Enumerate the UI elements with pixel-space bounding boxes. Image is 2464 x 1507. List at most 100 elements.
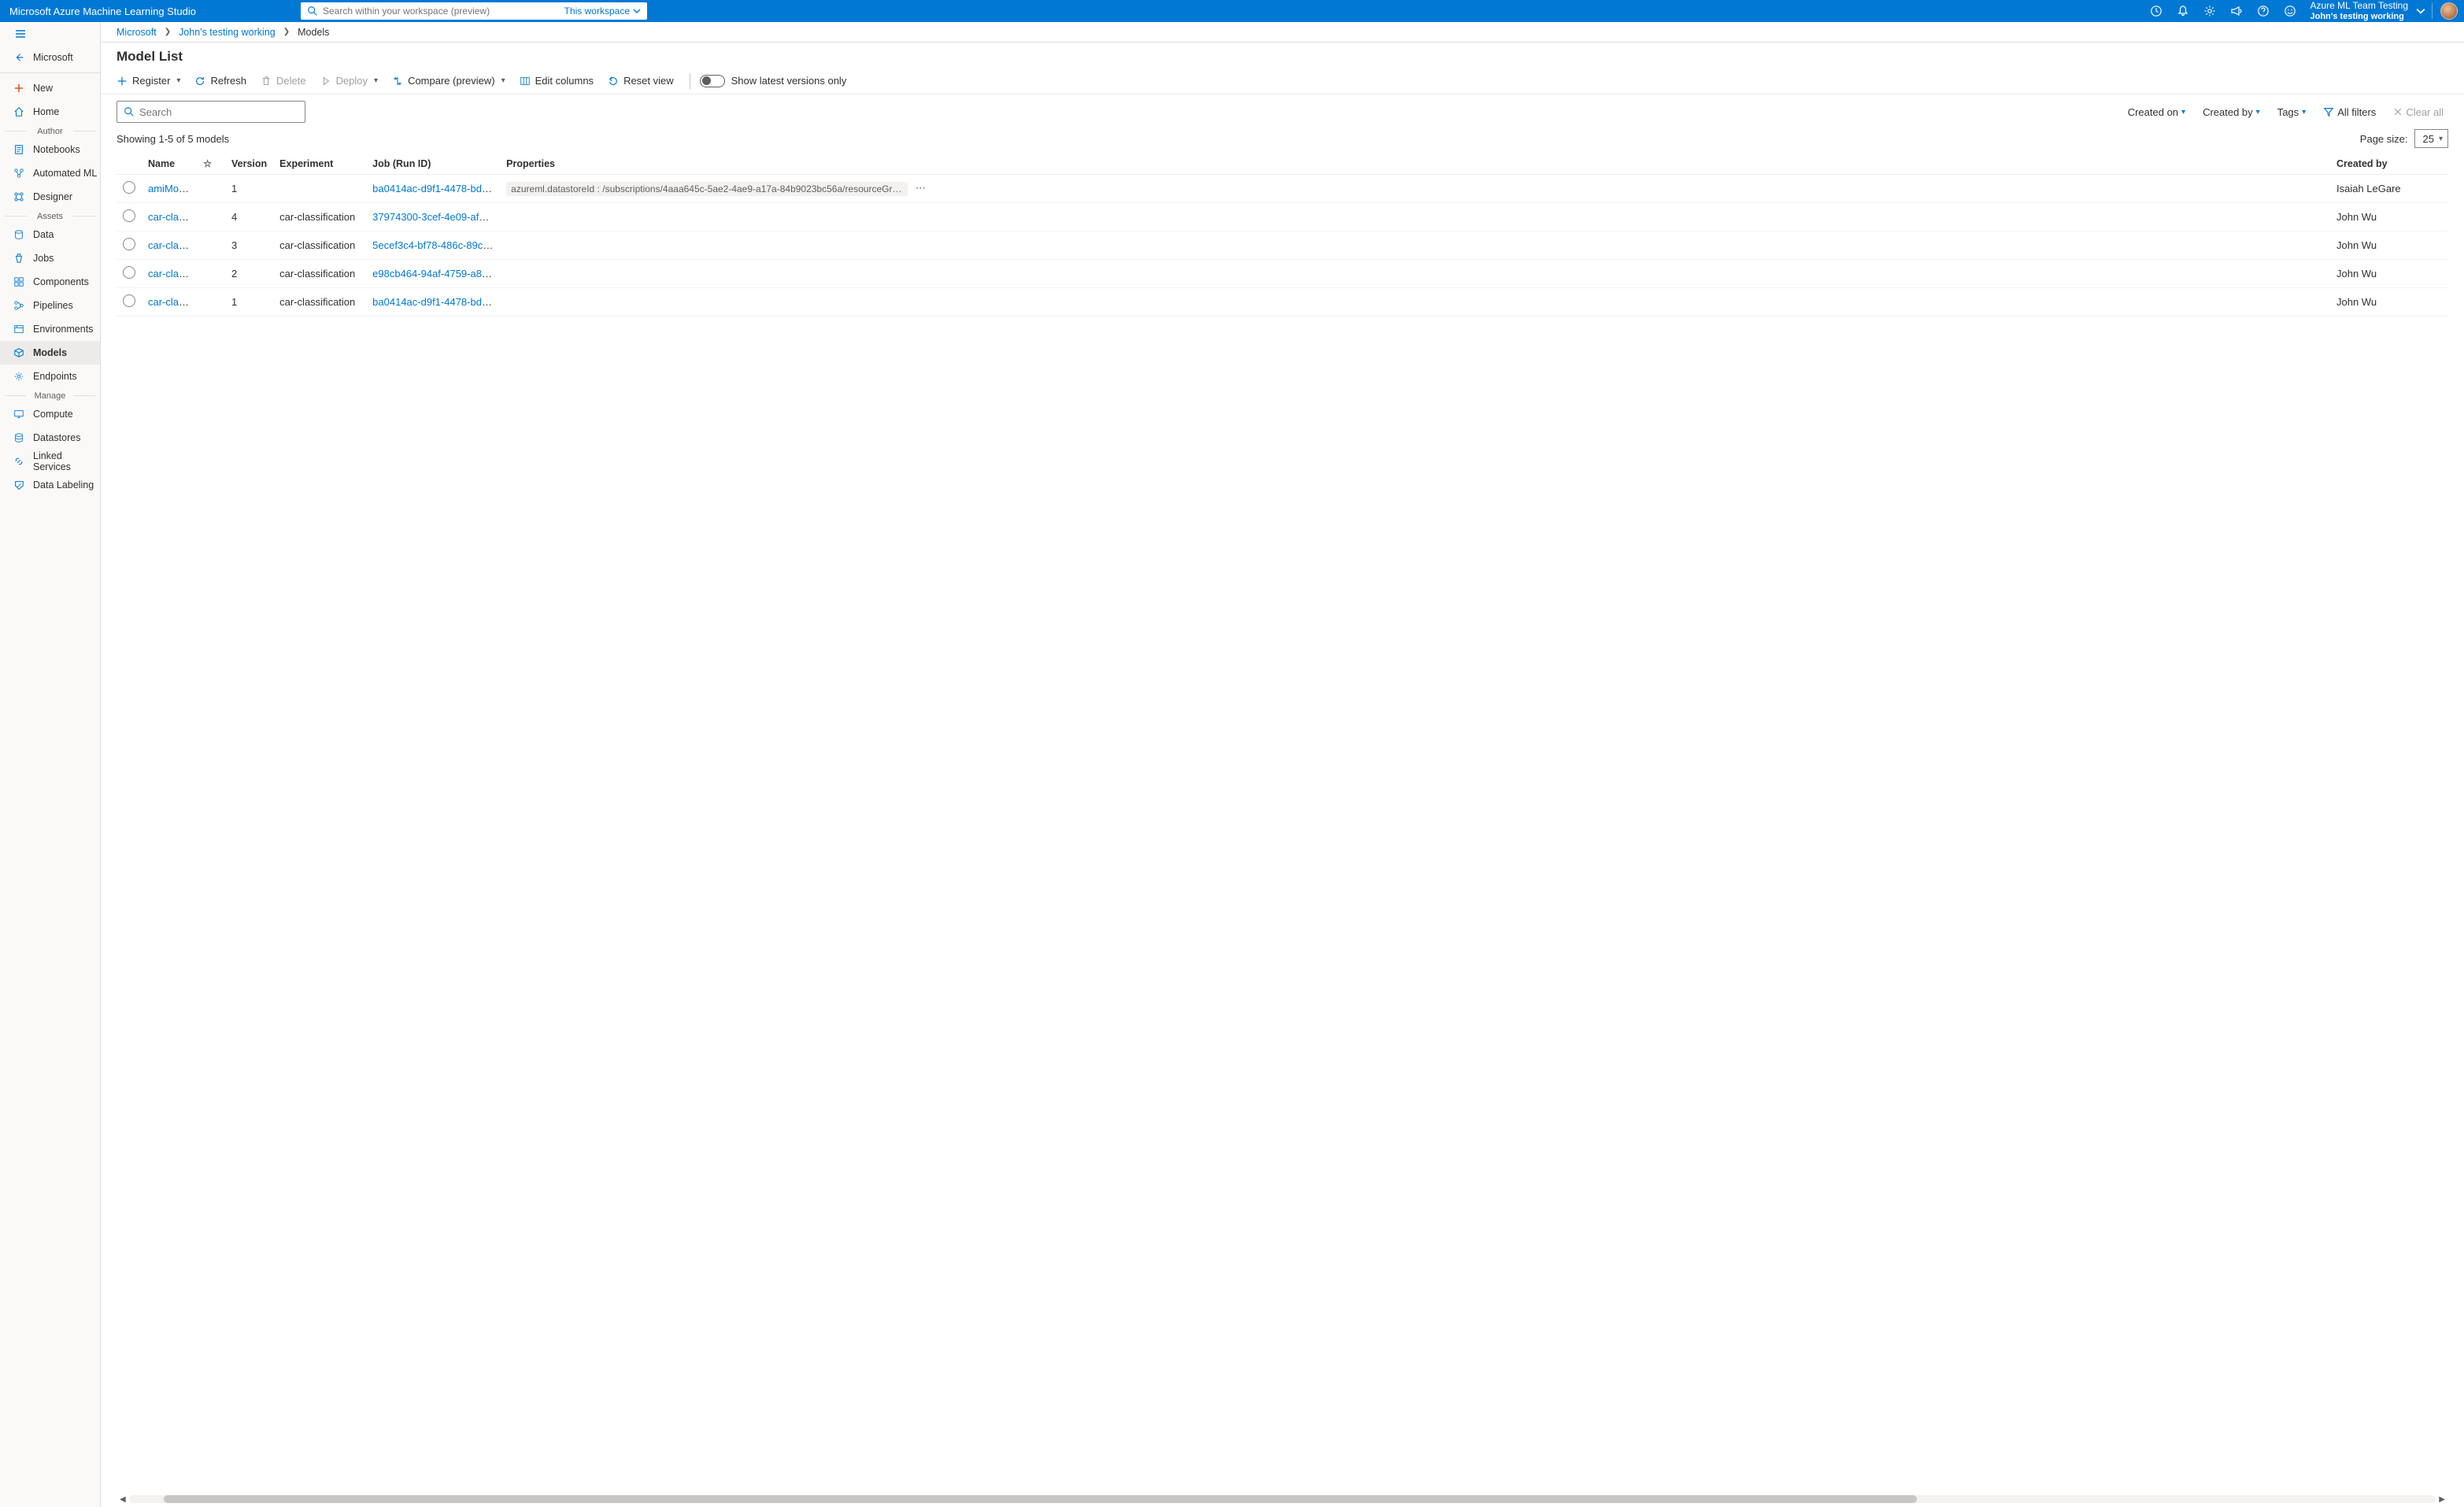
job-link[interactable]: e98cb464-94af-4759-a842-838… xyxy=(372,268,500,280)
breadcrumb-2[interactable]: John's testing working xyxy=(179,27,276,38)
search-scope[interactable]: This workspace xyxy=(564,6,641,17)
table-row[interactable]: car-classi…3car-classification5ecef3c4-b… xyxy=(117,231,2448,260)
reset-view-button[interactable]: Reset view xyxy=(601,72,680,90)
toggle-switch[interactable] xyxy=(700,75,725,87)
table-row[interactable]: car-classi…4car-classification37974300-3… xyxy=(117,203,2448,231)
avatar[interactable] xyxy=(2440,2,2458,20)
sidebar-data[interactable]: Data xyxy=(0,223,100,246)
compare-icon xyxy=(392,76,403,87)
model-name-link[interactable]: car-classi… xyxy=(148,296,197,308)
row-star[interactable] xyxy=(197,203,225,231)
chevron-down-icon xyxy=(633,7,641,15)
filter-created-on[interactable]: Created on▾ xyxy=(2123,103,2190,121)
filter-tags[interactable]: Tags▾ xyxy=(2273,103,2311,121)
model-name-link[interactable]: amiModel xyxy=(148,183,192,194)
tenant-chevron[interactable] xyxy=(2413,6,2429,16)
filter-created-by[interactable]: Created by▾ xyxy=(2198,103,2265,121)
col-version[interactable]: Version xyxy=(225,153,273,175)
job-link[interactable]: ba0414ac-d9f1-4478-bda8-4d7… xyxy=(372,183,500,194)
list-search-input[interactable] xyxy=(139,106,298,118)
clear-all-button[interactable]: Clear all xyxy=(2388,103,2448,121)
all-filters-button[interactable]: All filters xyxy=(2318,103,2381,121)
sidebar-home[interactable]: Home xyxy=(0,100,100,124)
col-experiment[interactable]: Experiment xyxy=(273,153,366,175)
models-table: Name ☆ Version Experiment Job (Run ID) P… xyxy=(117,153,2448,317)
gear-icon[interactable] xyxy=(2198,0,2222,22)
col-properties[interactable]: Properties xyxy=(500,153,2330,175)
smiley-icon[interactable] xyxy=(2278,0,2302,22)
col-star[interactable]: ☆ xyxy=(197,153,225,175)
row-select[interactable] xyxy=(117,203,142,231)
sidebar-jobs[interactable]: Jobs xyxy=(0,246,100,270)
megaphone-icon[interactable] xyxy=(2225,0,2248,22)
row-star[interactable] xyxy=(197,175,225,203)
sidebar-models[interactable]: Models xyxy=(0,341,100,365)
row-select[interactable] xyxy=(117,288,142,317)
sidebar-endpoints[interactable]: Endpoints xyxy=(0,365,100,388)
data-icon xyxy=(13,229,25,240)
page-size-select[interactable]: 25▾ xyxy=(2414,129,2449,148)
scroll-left-icon[interactable]: ◀ xyxy=(117,1495,129,1504)
sidebar-pipelines[interactable]: Pipelines xyxy=(0,294,100,317)
global-search[interactable]: This workspace xyxy=(301,2,647,20)
list-search[interactable] xyxy=(117,101,305,123)
sidebar: Microsoft New Home Author Notebooks Auto… xyxy=(0,22,101,1507)
tenant-info[interactable]: Azure ML Team Testing John's testing wor… xyxy=(2302,1,2413,20)
row-select[interactable] xyxy=(117,231,142,260)
sidebar-notebooks[interactable]: Notebooks xyxy=(0,138,100,161)
back-microsoft[interactable]: Microsoft xyxy=(0,46,100,69)
sidebar-datastores[interactable]: Datastores xyxy=(0,426,100,450)
bell-icon[interactable] xyxy=(2171,0,2195,22)
horizontal-scrollbar[interactable]: ◀ ▶ xyxy=(101,1494,2464,1507)
sidebar-environments[interactable]: Environments xyxy=(0,317,100,341)
col-name[interactable]: Name xyxy=(142,153,197,175)
endpoints-icon xyxy=(13,371,25,382)
scroll-right-icon[interactable]: ▶ xyxy=(2436,1495,2448,1504)
table-row[interactable]: car-classi…1car-classificationba0414ac-d… xyxy=(117,288,2448,317)
job-link[interactable]: ba0414ac-d9f1-4478-bda8-4d7… xyxy=(372,296,500,308)
refresh-button[interactable]: Refresh xyxy=(188,72,253,90)
sidebar-automl[interactable]: Automated ML xyxy=(0,161,100,185)
col-job[interactable]: Job (Run ID) xyxy=(366,153,500,175)
sidebar-compute[interactable]: Compute xyxy=(0,402,100,426)
sidebar-labeling[interactable]: Data Labeling xyxy=(0,473,100,497)
global-search-input[interactable] xyxy=(323,6,564,17)
table-row[interactable]: amiModel1ba0414ac-d9f1-4478-bda8-4d7…azu… xyxy=(117,175,2448,203)
row-star[interactable] xyxy=(197,288,225,317)
hamburger-button[interactable] xyxy=(0,22,100,46)
row-select[interactable] xyxy=(117,260,142,288)
edit-columns-button[interactable]: Edit columns xyxy=(513,72,600,90)
page-title: Model List xyxy=(101,43,2464,68)
clock-icon[interactable] xyxy=(2144,0,2168,22)
register-button[interactable]: Register▾ xyxy=(110,72,187,90)
deploy-button: Deploy▾ xyxy=(314,72,385,90)
models-icon xyxy=(13,347,25,358)
scroll-track[interactable] xyxy=(129,1495,2436,1503)
job-link[interactable]: 5ecef3c4-bf78-486c-89cb-d78d… xyxy=(372,239,500,251)
scroll-thumb[interactable] xyxy=(164,1495,1917,1503)
back-icon xyxy=(13,52,25,63)
model-name-link[interactable]: car-classi… xyxy=(148,211,197,223)
more-icon[interactable]: ⋯ xyxy=(911,182,931,194)
help-icon[interactable] xyxy=(2251,0,2275,22)
chevron-right-icon: ❯ xyxy=(165,28,171,36)
row-star[interactable] xyxy=(197,260,225,288)
compare-button[interactable]: Compare (preview)▾ xyxy=(386,72,512,90)
sidebar-new[interactable]: New xyxy=(0,76,100,100)
show-latest-toggle[interactable]: Show latest versions only xyxy=(700,75,847,87)
col-created-by[interactable]: Created by xyxy=(2330,153,2448,175)
sidebar-components[interactable]: Components xyxy=(0,270,100,294)
sidebar-designer[interactable]: Designer xyxy=(0,185,100,209)
row-star[interactable] xyxy=(197,231,225,260)
sidebar-linked[interactable]: Linked Services xyxy=(0,450,100,473)
breadcrumb-1[interactable]: Microsoft xyxy=(117,27,157,38)
table-row[interactable]: car-classi…2car-classificatione98cb464-9… xyxy=(117,260,2448,288)
plus-icon xyxy=(13,83,25,94)
model-name-link[interactable]: car-classi… xyxy=(148,268,197,280)
row-version: 1 xyxy=(225,175,273,203)
row-properties xyxy=(500,203,2330,231)
job-link[interactable]: 37974300-3cef-4e09-af1a-fced… xyxy=(372,211,500,223)
filter-icon xyxy=(2323,106,2334,117)
model-name-link[interactable]: car-classi… xyxy=(148,239,197,251)
row-select[interactable] xyxy=(117,175,142,203)
